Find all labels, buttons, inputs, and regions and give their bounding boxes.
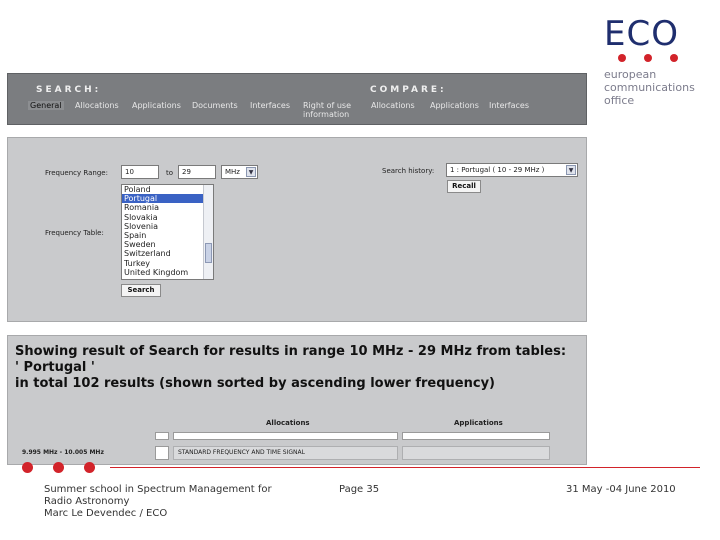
- search-button[interactable]: Search: [121, 284, 161, 297]
- logo-tagline: european communications office: [604, 68, 695, 107]
- unit-select[interactable]: MHz ▼: [221, 165, 258, 179]
- list-item[interactable]: Switzerland: [122, 249, 213, 258]
- nav-allocations[interactable]: Allocations: [75, 101, 119, 110]
- search-history-value: 1 : Portugal ( 10 - 29 MHz ): [450, 166, 545, 174]
- frequency-from-input[interactable]: [121, 165, 159, 179]
- frequency-range-label: Frequency Range:: [45, 169, 108, 177]
- results-summary-line-1: Showing result of Search for results in …: [15, 344, 567, 359]
- logo-wordmark: ECO: [604, 14, 679, 54]
- list-item-selected[interactable]: Portugal: [122, 194, 213, 204]
- recall-button[interactable]: Recall: [447, 180, 481, 193]
- footer-credit: Summer school in Spectrum Management for…: [44, 484, 272, 519]
- list-item[interactable]: Slovakia: [122, 213, 213, 222]
- nav-general[interactable]: General: [28, 101, 64, 110]
- list-item[interactable]: Poland: [122, 185, 213, 194]
- frequency-table-label: Frequency Table:: [45, 229, 104, 237]
- results-panel: Showing result of Search for results in …: [7, 335, 587, 465]
- frequency-table-listbox[interactable]: Poland Portugal Romania Slovakia Sloveni…: [121, 184, 214, 280]
- footer-date: 31 May -04 June 2010: [566, 484, 676, 495]
- nav-interfaces[interactable]: Interfaces: [250, 101, 290, 110]
- nav-compare-allocations[interactable]: Allocations: [371, 101, 415, 110]
- compare-heading: COMPARE:: [370, 85, 447, 95]
- results-summary-line-2: ' Portugal ': [15, 360, 95, 375]
- list-item[interactable]: Sweden: [122, 240, 213, 249]
- unit-value: MHz: [225, 168, 240, 176]
- nav-compare-applications[interactable]: Applications: [430, 101, 479, 110]
- frequency-to-input[interactable]: [178, 165, 216, 179]
- result-row-checkbox[interactable]: [155, 446, 169, 460]
- footer-page: Page 35: [339, 484, 380, 495]
- search-heading: SEARCH:: [36, 85, 102, 95]
- footer-dots: [22, 462, 95, 473]
- search-history-select[interactable]: 1 : Portugal ( 10 - 29 MHz ) ▼: [446, 163, 578, 177]
- footer-divider: [110, 467, 700, 468]
- logo-dots: [618, 54, 704, 62]
- eco-logo: ECO european communications office: [604, 16, 704, 107]
- result-row-applications: [402, 446, 550, 460]
- list-item[interactable]: Romania: [122, 203, 213, 212]
- nav-applications[interactable]: Applications: [132, 101, 181, 110]
- column-header-allocations: Allocations: [266, 419, 310, 427]
- chevron-down-icon: ▼: [246, 167, 256, 177]
- list-item[interactable]: Spain: [122, 231, 213, 240]
- result-row-range: 9.995 MHz - 10.005 MHz: [22, 449, 104, 456]
- header-cell: [402, 432, 550, 440]
- result-row-allocation[interactable]: STANDARD FREQUENCY AND TIME SIGNAL: [173, 446, 398, 460]
- nav-bar: SEARCH: COMPARE: General Allocations App…: [7, 73, 587, 125]
- list-item[interactable]: Turkey: [122, 259, 213, 268]
- header-cell: [155, 432, 169, 440]
- nav-right-of-use[interactable]: Right of use information: [303, 101, 363, 119]
- listbox-scrollbar[interactable]: [203, 185, 213, 279]
- nav-compare-interfaces[interactable]: Interfaces: [489, 101, 529, 110]
- search-history-label: Search history:: [382, 167, 435, 175]
- column-header-applications: Applications: [454, 419, 503, 427]
- list-item[interactable]: United Kingdom: [122, 268, 213, 277]
- search-panel: Frequency Range: to MHz ▼ Search history…: [7, 137, 587, 322]
- nav-documents[interactable]: Documents: [192, 101, 238, 110]
- header-cell: [173, 432, 398, 440]
- results-summary-line-3: in total 102 results (shown sorted by as…: [15, 376, 495, 391]
- scrollbar-thumb[interactable]: [205, 243, 212, 263]
- to-label: to: [166, 169, 174, 177]
- chevron-down-icon: ▼: [566, 165, 576, 175]
- list-item[interactable]: Slovenia: [122, 222, 213, 231]
